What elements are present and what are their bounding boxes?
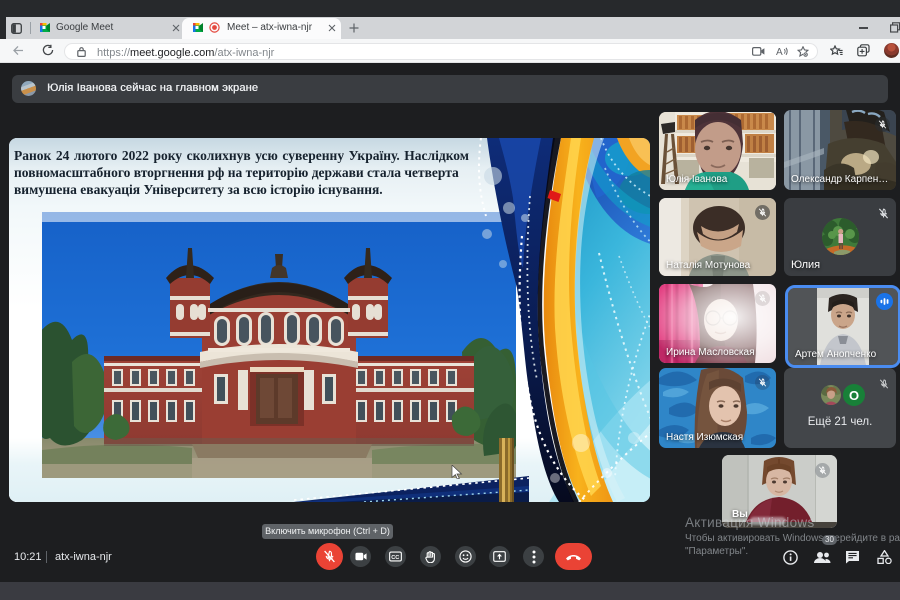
svg-text:CC: CC [391, 555, 399, 561]
svg-text:A: A [776, 47, 783, 57]
